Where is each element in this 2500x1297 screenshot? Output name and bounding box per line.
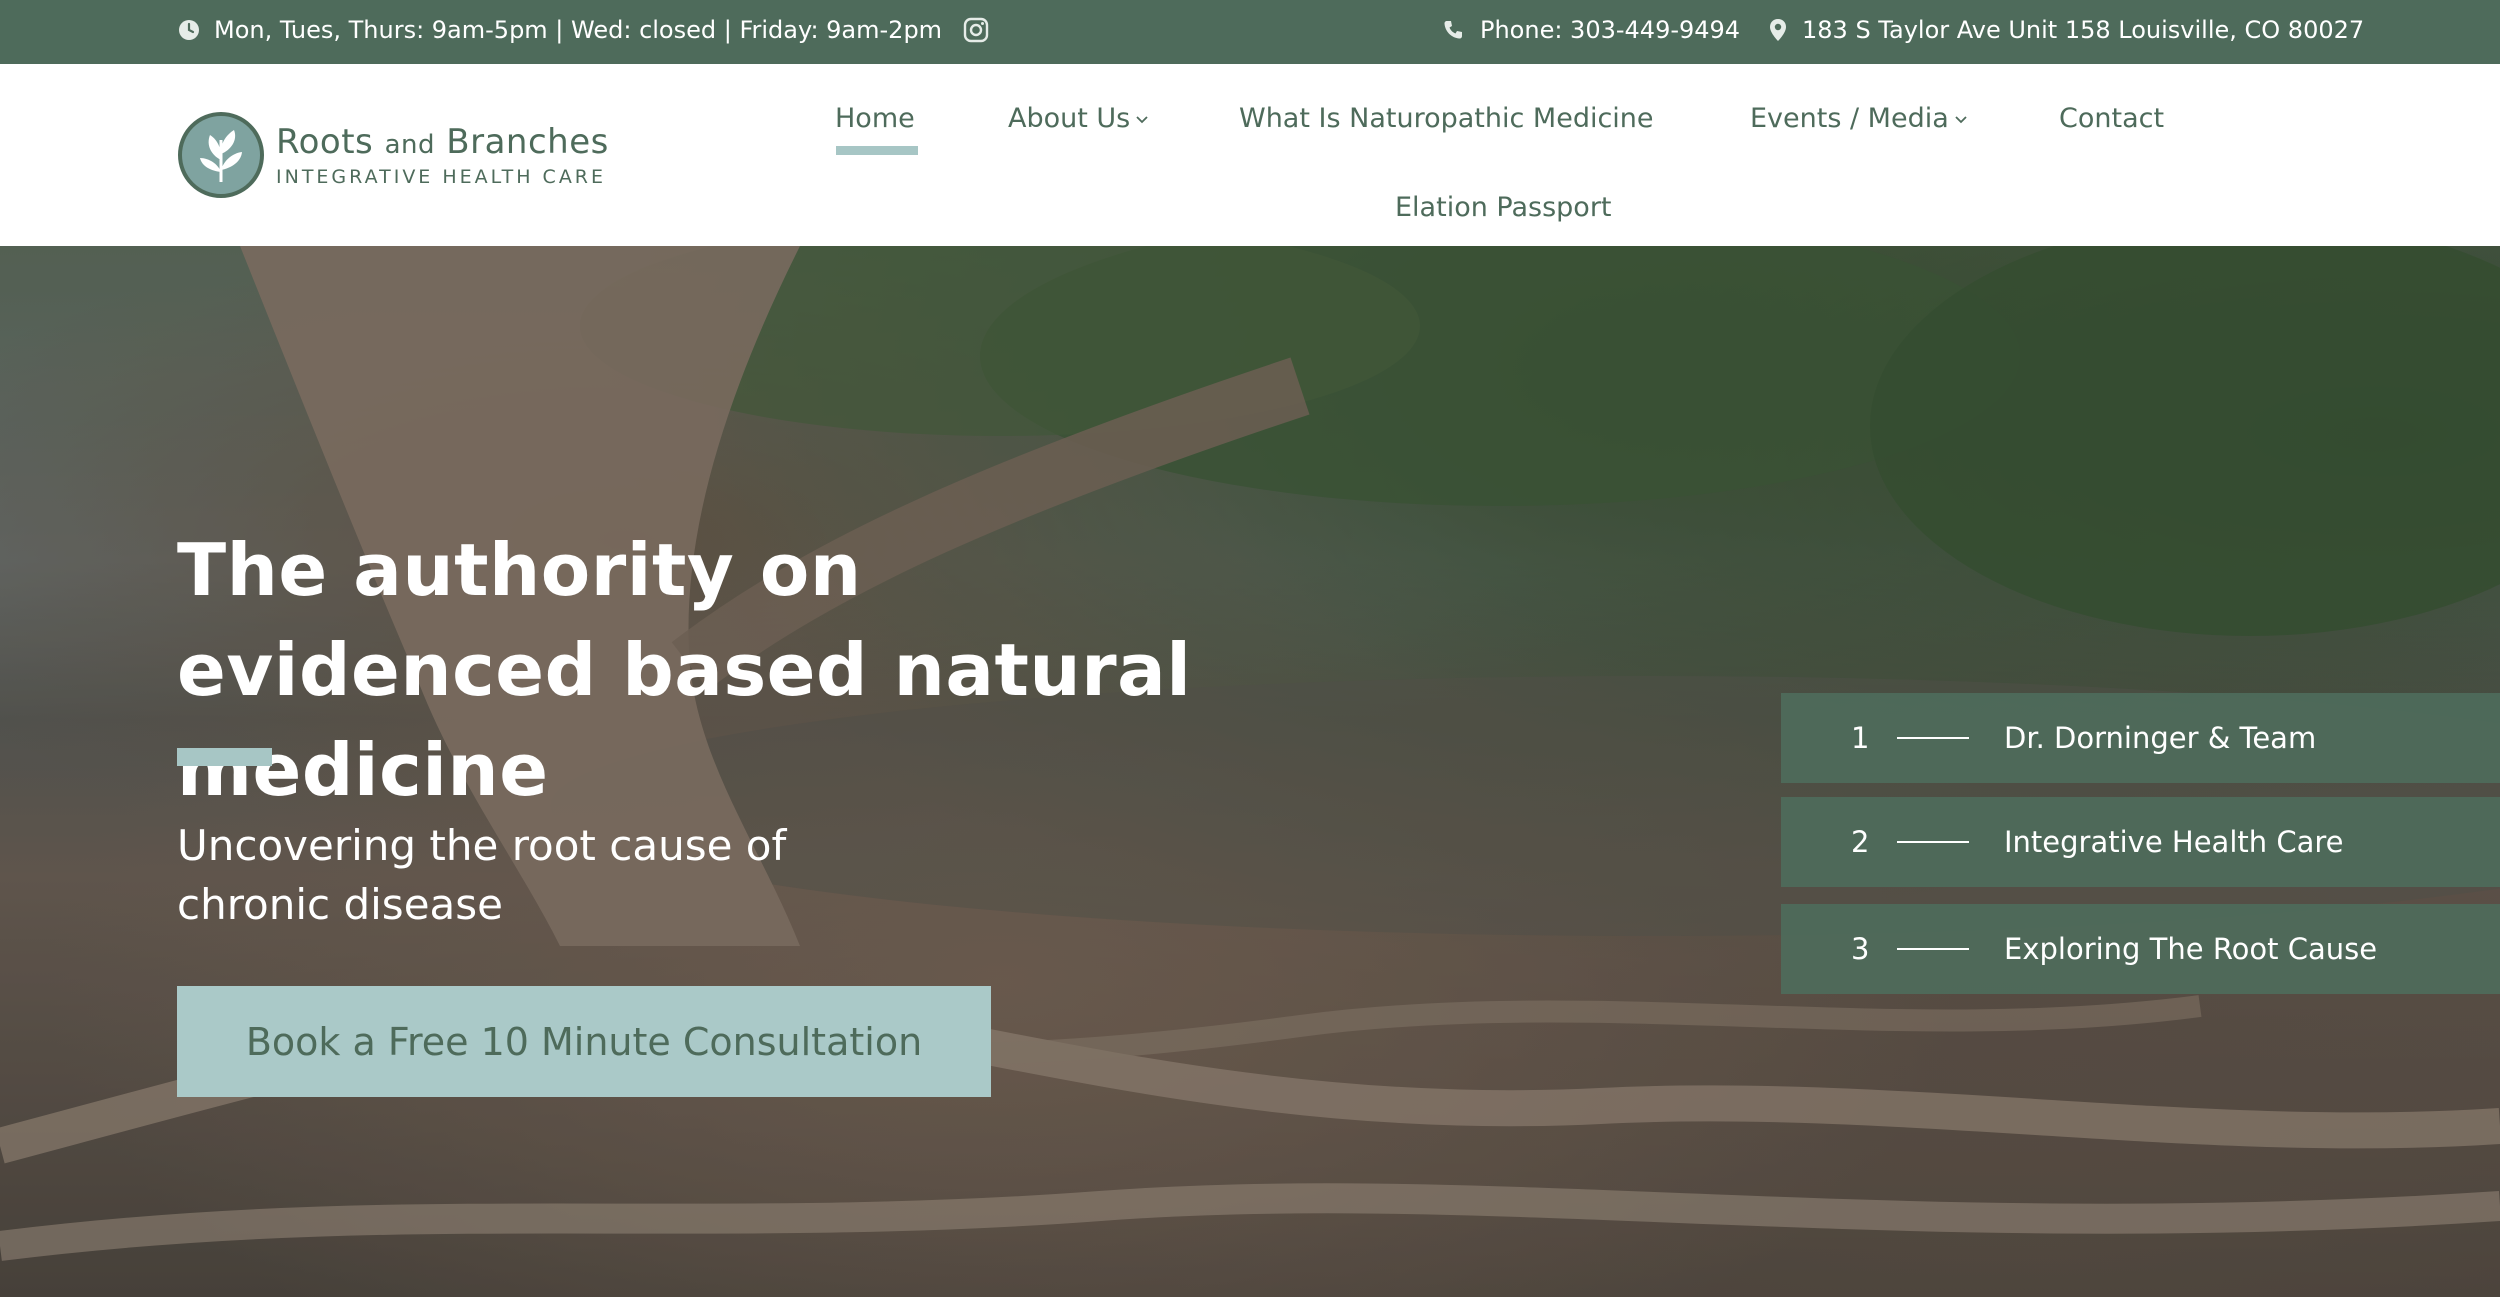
chevron-down-icon[interactable] <box>1955 116 1967 124</box>
slider-tab-label: Integrative Health Care <box>2004 825 2344 859</box>
slider-tab-divider <box>1897 737 1969 739</box>
slider-tab-number: 1 <box>1851 721 1870 755</box>
nav-about-label[interactable]: About Us <box>1008 103 1130 134</box>
nav-naturopathic-medicine[interactable]: What Is Naturopathic Medicine <box>1239 92 1654 144</box>
slider-tab-number: 3 <box>1851 932 1870 966</box>
location-pin-icon <box>1770 19 1786 41</box>
logo-name-and: and <box>384 129 435 160</box>
logo-tagline: INTEGRATIVE HEALTH CARE <box>276 165 607 188</box>
logo-name-branches: Branches <box>434 121 609 162</box>
nav-home-active-indicator <box>836 146 918 155</box>
phone-info[interactable]: Phone: 303-449-9494 <box>1442 0 1740 60</box>
phone-text[interactable]: Phone: 303-449-9494 <box>1480 16 1740 44</box>
hero-heading: The authority on evidenced based natural… <box>177 528 1192 812</box>
logo-text[interactable]: Roots and Branches INTEGRATIVE HEALTH CA… <box>276 122 609 189</box>
logo-name-roots: Roots <box>276 121 385 162</box>
slider-tab-label: Exploring The Root Cause <box>2004 932 2378 966</box>
slider-tab-label: Dr. Dorninger & Team <box>2004 721 2317 755</box>
address-info: 183 S Taylor Ave Unit 158 Louisville, CO… <box>1768 0 2364 60</box>
nav-elation-label[interactable]: Elation Passport <box>1395 192 1612 223</box>
nav-about-us[interactable]: About Us <box>1008 92 1148 144</box>
logo-name: Roots and Branches <box>276 122 609 165</box>
slider-tab-number: 2 <box>1851 825 1870 859</box>
slider-tab-1[interactable]: 1 Dr. Dorninger & Team <box>1781 693 2500 783</box>
slider-tab-3[interactable]: 3 Exploring The Root Cause <box>1781 904 2500 994</box>
clock-icon <box>179 20 199 40</box>
nav-contact[interactable]: Contact <box>2059 92 2164 144</box>
nav-elation-passport[interactable]: Elation Passport <box>1395 181 1612 233</box>
phone-icon <box>1444 21 1462 39</box>
hours-text: Mon, Tues, Thurs: 9am-5pm | Wed: closed … <box>214 16 943 44</box>
nav-home[interactable]: Home <box>835 92 915 144</box>
address-text: 183 S Taylor Ave Unit 158 Louisville, CO… <box>1802 16 2365 44</box>
slider-tab-divider <box>1897 948 1969 950</box>
slider-tab-2[interactable]: 2 Integrative Health Care <box>1781 797 2500 887</box>
top-info-bar: Mon, Tues, Thurs: 9am-5pm | Wed: closed … <box>0 0 2500 64</box>
chevron-down-icon[interactable] <box>1136 116 1148 124</box>
hero-accent-bar <box>177 748 272 766</box>
nav-naturopathic-label[interactable]: What Is Naturopathic Medicine <box>1239 103 1654 134</box>
instagram-link[interactable] <box>963 0 989 60</box>
hero-section: The authority on evidenced based natural… <box>0 246 2500 1297</box>
instagram-icon[interactable] <box>963 17 989 43</box>
slider-tab-divider <box>1897 841 1969 843</box>
nav-home-label[interactable]: Home <box>835 103 915 134</box>
nav-contact-label[interactable]: Contact <box>2059 103 2164 134</box>
site-header: Roots and Branches INTEGRATIVE HEALTH CA… <box>0 64 2500 246</box>
nav-events-label[interactable]: Events / Media <box>1750 103 1949 134</box>
tree-logo-icon[interactable] <box>178 112 264 198</box>
hero-subheading: Uncovering the root cause of chronic dis… <box>177 821 787 929</box>
nav-events-media[interactable]: Events / Media <box>1750 92 1967 144</box>
site-logo[interactable]: Roots and Branches INTEGRATIVE HEALTH CA… <box>178 112 609 198</box>
hours-info: Mon, Tues, Thurs: 9am-5pm | Wed: closed … <box>178 0 942 60</box>
book-consultation-button[interactable]: Book a Free 10 Minute Consultation <box>177 986 991 1097</box>
